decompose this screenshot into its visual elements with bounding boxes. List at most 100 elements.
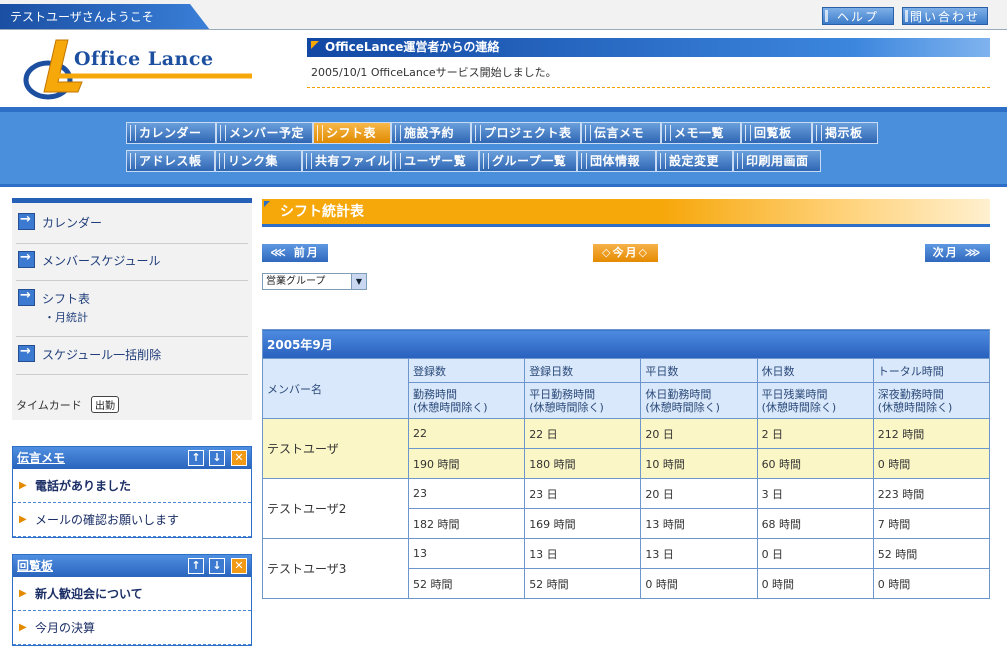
column-subheader: 深夜勤務時間 (休憩時間除く) [872,382,991,419]
sidebar-item-shift[interactable]: シフト表 ・月統計 [16,288,248,337]
move-down-icon[interactable]: ↓ [209,450,225,466]
table-cell: 180 時間 [524,448,642,479]
circular-item[interactable]: 今月の決算 [13,611,251,645]
circular-item[interactable]: 新人歓迎会について [13,577,251,611]
close-icon[interactable]: ✕ [231,558,247,574]
nav-item[interactable]: カレンダー [126,122,216,144]
arrow-right-icon [18,250,35,268]
arrow-right-icon [18,212,35,230]
nav-item[interactable]: 施設予約 [391,122,471,144]
table-cell: 190 時間 [407,448,526,479]
circular-title[interactable]: 回覧板 [17,559,53,573]
sidebar-item-bulk-delete[interactable]: スケジュール一括削除 [16,344,248,375]
table-cell: 52 時間 [407,568,526,599]
sidebar-menu: カレンダー メンバースケジュール シフト表 ・月統計 スケジュール一括削除 タイ… [12,198,252,420]
table-cell: 223 時間 [872,478,991,509]
nav-item[interactable]: リンク集 [215,150,302,172]
column-header: 登録数 [407,358,526,383]
table-cell: 60 時間 [756,448,874,479]
move-down-icon[interactable]: ↓ [209,558,225,574]
contact-button[interactable]: 問い合わせ [902,7,988,25]
current-month-button[interactable]: ◇今月◇ [593,244,658,262]
nav-item[interactable]: シフト表 [313,122,391,144]
clock-in-button[interactable]: 出勤 [91,396,119,413]
nav-item[interactable]: 回覧板 [741,122,812,144]
nav-item[interactable]: アドレス帳 [126,150,215,172]
nav-item[interactable]: メンバー予定 [216,122,313,144]
sidebar-item-label: スケジュール一括削除 [42,348,162,362]
nav-item[interactable]: 設定変更 [656,150,733,172]
shift-stats-table: 2005年9月 メンバー名 登録数 登録日数 平日数 休日数 トータル時間 勤務時間 (休… [262,329,991,599]
page-title: シフト統計表 [262,199,990,227]
nav-item[interactable]: メモ一覧 [661,122,741,144]
sidebar-item-calendar[interactable]: カレンダー [16,212,248,244]
current-month-label: 今月 [612,246,639,259]
memo-item[interactable]: メールの確認お願いします [13,503,251,537]
chevron-down-icon: ▼ [351,274,366,289]
sidebar-item-label: カレンダー [42,216,103,230]
table-cell: 68 時間 [756,508,874,539]
member-name: テストユーザ [262,418,409,479]
column-subheader-line: (休憩時間除く) [529,400,604,414]
column-subheader: 平日勤務時間 (休憩時間除く) [524,382,642,419]
prev-month-button[interactable]: ⋘ 前月 [262,244,328,262]
table-cell: 20 日 [640,478,758,509]
arrow-right-icon [18,288,35,306]
column-subheader-line: 勤務時間 [413,387,457,401]
column-subheader-line: (休憩時間除く) [645,400,720,414]
column-subheader: 勤務時間 (休憩時間除く) [407,382,526,419]
nav-item[interactable]: 共有ファイル [302,150,391,172]
help-button[interactable]: ヘルプ [822,7,894,25]
close-icon[interactable]: ✕ [231,450,247,466]
diamond-icon: ◇ [602,246,613,259]
top-bar: テストユーザさんようこそ ヘルプ 問い合わせ [0,0,1007,30]
notice-body: 2005/10/1 OfficeLanceサービス開始しました。 [311,66,557,79]
double-left-arrow-icon: ⋘ [270,246,288,259]
move-up-icon[interactable]: ↑ [188,558,204,574]
memo-header: 伝言メモ ↑ ↓ ✕ [13,447,251,469]
table-month: 2005年9月 [262,329,990,359]
column-header: 平日数 [640,358,758,383]
sidebar-item-label: メンバースケジュール [42,254,161,268]
table-cell: 13 [407,538,526,569]
table-row: テストユーザ 22 22 日 20 日2 日 212 時間 [262,418,991,479]
column-subheader: 休日勤務時間 (休憩時間除く) [640,382,758,419]
nav-item[interactable]: プロジェクト表 [471,122,581,144]
circular-box: 回覧板 ↑ ↓ ✕ 新人歓迎会について 今月の決算 [12,554,252,646]
column-subheader-line: (休憩時間除く) [413,400,488,414]
memo-title[interactable]: 伝言メモ [17,451,65,465]
diamond-icon: ◇ [638,246,649,259]
nav-item[interactable]: ユーザー覧 [391,150,479,172]
nav-item[interactable]: 印刷用画面 [733,150,821,172]
nav-item[interactable]: 伝言メモ [581,122,661,144]
table-cell: 10 時間 [640,448,758,479]
nav-band [0,107,1007,187]
column-subheader: 平日残業時間 (休憩時間除く) [756,382,874,419]
column-subheader-line: (休憩時間除く) [877,400,953,414]
notice-divider [307,87,990,88]
table-cell: 22 [407,418,526,449]
column-header: 休日数 [756,358,874,383]
double-right-arrow-icon: ⋙ [964,246,983,259]
table-cell: 182 時間 [407,508,526,539]
column-header: 登録日数 [524,358,642,383]
table-cell: 22 日 [524,418,642,449]
column-subheader-line: 深夜勤務時間 [877,387,944,401]
move-up-icon[interactable]: ↑ [188,450,204,466]
notice-title: OfficeLance運営者からの連絡 [307,38,990,57]
nav-item[interactable]: グループ一覧 [479,150,577,172]
prev-month-label: 前月 [293,246,320,259]
nav-item[interactable]: 団体情報 [577,150,656,172]
table-row: テストユーザ2 23 23 日 20 日3 日 223 時間 [262,478,991,539]
group-select-value: 営業グループ [266,276,326,287]
circular-header: 回覧板 ↑ ↓ ✕ [13,555,251,577]
table-cell: 7 時間 [872,508,991,539]
nav-item[interactable]: 掲示板 [812,122,878,144]
sidebar-item-member-schedule[interactable]: メンバースケジュール [16,250,248,281]
memo-item[interactable]: 電話がありました [13,469,251,503]
logo[interactable]: Office Lance [22,36,262,100]
group-select[interactable]: 営業グループ ▼ [262,273,367,290]
memo-box: 伝言メモ ↑ ↓ ✕ 電話がありました メールの確認お願いします [12,446,252,538]
sidebar-subitem-monthly-stats[interactable]: ・月統計 [44,309,88,325]
next-month-button[interactable]: 次月 ⋙ [925,244,990,262]
